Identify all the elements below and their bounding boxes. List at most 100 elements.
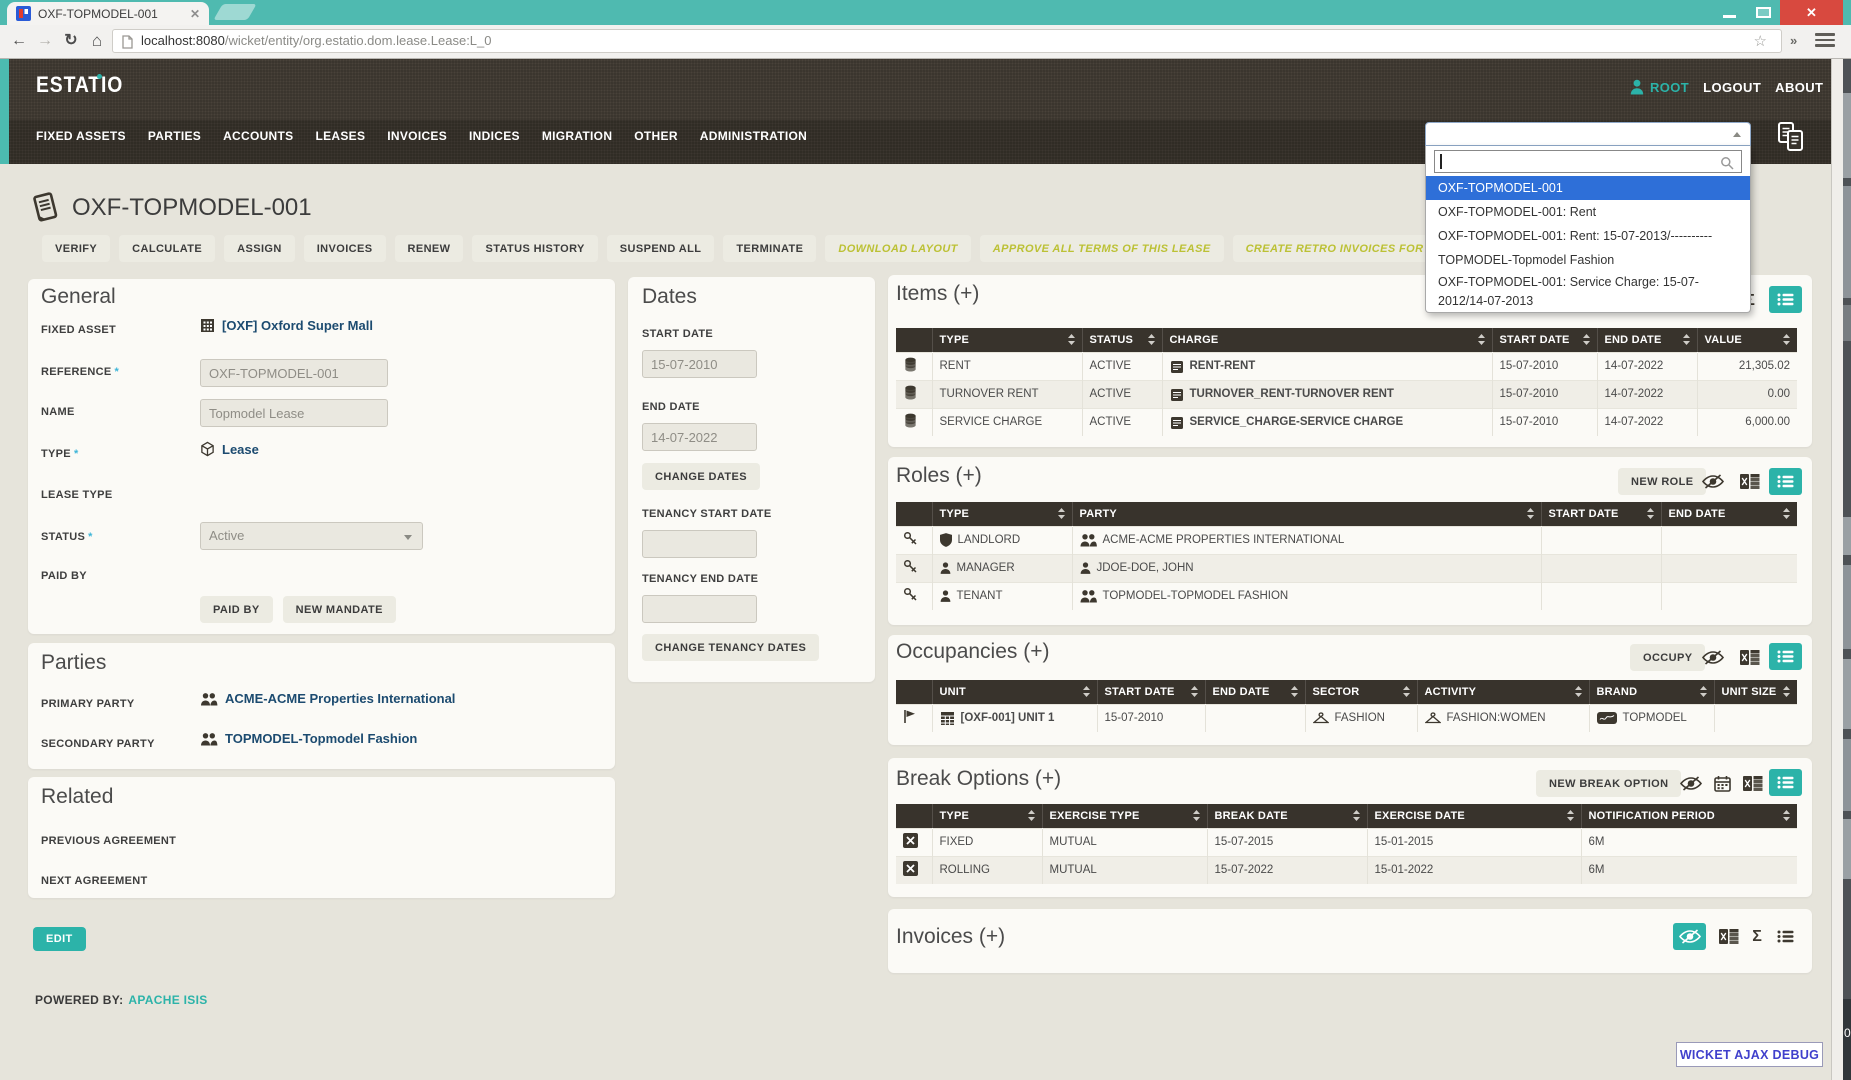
back-icon[interactable]: ← — [8, 29, 30, 53]
logout-link[interactable]: LOGOUT — [1703, 80, 1761, 95]
sort-icon[interactable] — [1068, 334, 1075, 345]
menu-leases[interactable]: LEASES — [304, 129, 376, 143]
sort-icon[interactable] — [1567, 810, 1574, 821]
browser-tab[interactable]: OXF-TOPMODEL-001 ✕ — [7, 2, 209, 25]
menu-migration[interactable]: MIGRATION — [531, 129, 623, 143]
status-history-button[interactable]: STATUS HISTORY — [472, 235, 597, 262]
search-result-item[interactable]: OXF-TOPMODEL-001 — [1426, 176, 1750, 200]
toggle-columns-icon[interactable] — [1698, 644, 1728, 671]
tab-close-icon[interactable]: ✕ — [190, 7, 200, 21]
toggle-columns-icon[interactable] — [1676, 770, 1706, 797]
search-result-item[interactable]: TOPMODEL-Topmodel Fashion — [1426, 248, 1750, 272]
sort-icon[interactable] — [1783, 334, 1790, 345]
sort-icon[interactable] — [1647, 508, 1654, 519]
entity-search-select[interactable] — [1425, 122, 1751, 146]
paid-by-button[interactable]: PAID BY — [200, 596, 273, 623]
section-heading[interactable]: Invoices (+) — [896, 925, 1005, 949]
column-header-type[interactable]: TYPE — [932, 804, 1042, 828]
user-menu[interactable]: ROOT — [1650, 80, 1689, 95]
sort-icon[interactable] — [1058, 508, 1065, 519]
list-view-icon[interactable] — [1770, 923, 1800, 950]
sort-icon[interactable] — [1478, 334, 1485, 345]
sort-icon[interactable] — [1527, 508, 1534, 519]
forward-icon[interactable]: → — [34, 29, 56, 53]
table-row[interactable]: MANAGER JDOE-DOE, JOHN — [896, 554, 1797, 582]
list-view-icon[interactable] — [1769, 468, 1802, 495]
new-role-button[interactable]: NEW ROLE — [1618, 468, 1706, 495]
sort-icon[interactable] — [1583, 334, 1590, 345]
sort-icon[interactable] — [1783, 508, 1790, 519]
section-heading[interactable]: Roles (+) — [896, 464, 982, 488]
menu-invoices[interactable]: INVOICES — [376, 129, 458, 143]
sort-icon[interactable] — [1783, 686, 1790, 697]
verify-button[interactable]: VERIFY — [42, 235, 110, 262]
sort-icon[interactable] — [1353, 810, 1360, 821]
list-view-icon[interactable] — [1769, 769, 1802, 796]
download-layout-button[interactable]: DOWNLOAD LAYOUT — [825, 235, 970, 262]
menu-administration[interactable]: ADMINISTRATION — [689, 129, 818, 143]
table-row[interactable]: LANDLORD ACME-ACME PROPERTIES INTERNATIO… — [896, 526, 1797, 554]
new-mandate-button[interactable]: NEW MANDATE — [283, 596, 396, 623]
column-header-exercise-type[interactable]: EXERCISE TYPE — [1042, 804, 1207, 828]
table-row[interactable]: TENANT TOPMODEL-TOPMODEL FASHION — [896, 582, 1797, 610]
sort-icon[interactable] — [1148, 334, 1155, 345]
sort-icon[interactable] — [1683, 334, 1690, 345]
table-row[interactable]: TURNOVER RENT ACTIVE TURNOVER_RENT-TURNO… — [896, 380, 1797, 408]
excel-export-icon[interactable] — [1738, 770, 1768, 797]
lease-type-link[interactable]: Lease — [222, 442, 259, 457]
column-header-type[interactable]: TYPE — [932, 328, 1082, 352]
browser-menu-icon[interactable] — [1815, 33, 1835, 50]
list-view-icon[interactable] — [1769, 286, 1802, 313]
menu-parties[interactable]: PARTIES — [137, 129, 212, 143]
wicket-ajax-debug-button[interactable]: WICKET AJAX DEBUG — [1676, 1042, 1823, 1067]
suspend-all-button[interactable]: SUSPEND ALL — [607, 235, 715, 262]
about-link[interactable]: ABOUT — [1775, 80, 1823, 95]
home-icon[interactable]: ⌂ — [86, 29, 108, 53]
column-header-charge[interactable]: CHARGE — [1162, 328, 1492, 352]
column-header-start-date[interactable]: START DATE — [1097, 680, 1205, 704]
overflow-chevrons-icon[interactable]: » — [1790, 33, 1797, 48]
column-header-exercise-date[interactable]: EXERCISE DATE — [1367, 804, 1581, 828]
column-header-brand[interactable]: BRAND — [1589, 680, 1714, 704]
sort-icon[interactable] — [1083, 686, 1090, 697]
end-date-field[interactable] — [642, 423, 757, 451]
tenancy-start-date-field[interactable] — [642, 530, 757, 558]
column-header-sector[interactable]: SECTOR — [1305, 680, 1417, 704]
menu-indices[interactable]: INDICES — [458, 129, 531, 143]
calculate-button[interactable]: CALCULATE — [119, 235, 215, 262]
calendar-icon[interactable] — [1707, 770, 1737, 797]
table-row[interactable]: RENT ACTIVE RENT-RENT 15-07-2010 14-07-2… — [896, 352, 1797, 380]
app-logo[interactable]: ESTATIO — [36, 72, 123, 98]
table-row[interactable]: SERVICE CHARGE ACTIVE SERVICE_CHARGE-SER… — [896, 408, 1797, 436]
column-header-break-date[interactable]: BREAK DATE — [1207, 804, 1367, 828]
menu-other[interactable]: OTHER — [623, 129, 689, 143]
reference-field[interactable] — [200, 359, 388, 387]
column-header-end-date[interactable]: END DATE — [1661, 502, 1797, 526]
window-maximize-button[interactable] — [1750, 0, 1776, 25]
primary-party-link[interactable]: ACME-ACME Properties International — [225, 691, 455, 706]
occupy-button[interactable]: OCCUPY — [1630, 644, 1705, 671]
tenancy-end-date-field[interactable] — [642, 595, 757, 623]
sort-icon[interactable] — [1700, 686, 1707, 697]
apache-isis-link[interactable]: APACHE ISIS — [128, 993, 207, 1007]
new-tab-button[interactable] — [213, 4, 256, 20]
section-heading[interactable]: Break Options (+) — [896, 767, 1061, 791]
sort-icon[interactable] — [1191, 686, 1198, 697]
renew-button[interactable]: RENEW — [395, 235, 464, 262]
status-select[interactable]: Active — [200, 522, 423, 550]
secondary-party-link[interactable]: TOPMODEL-Topmodel Fashion — [225, 731, 417, 746]
column-header-notification-period[interactable]: NOTIFICATION PERIOD — [1581, 804, 1797, 828]
search-input[interactable] — [1434, 150, 1742, 173]
window-close-button[interactable]: ✕ — [1780, 0, 1843, 25]
sort-icon[interactable] — [1291, 686, 1298, 697]
start-date-field[interactable] — [642, 350, 757, 378]
column-header-unit-size[interactable]: UNIT SIZE — [1714, 680, 1797, 704]
fixed-asset-link[interactable]: [OXF] Oxford Super Mall — [222, 318, 373, 333]
excel-export-icon[interactable] — [1735, 644, 1765, 671]
section-heading[interactable]: Occupancies (+) — [896, 640, 1049, 664]
table-row[interactable]: ROLLING MUTUAL 15-07-2022 15-01-2022 6M — [896, 856, 1797, 884]
section-heading[interactable]: Items (+) — [896, 282, 979, 306]
approve-all-terms-button[interactable]: APPROVE ALL TERMS OF THIS LEASE — [980, 235, 1224, 262]
column-header-start-date[interactable]: START DATE — [1492, 328, 1597, 352]
window-minimize-button[interactable] — [1714, 0, 1744, 25]
